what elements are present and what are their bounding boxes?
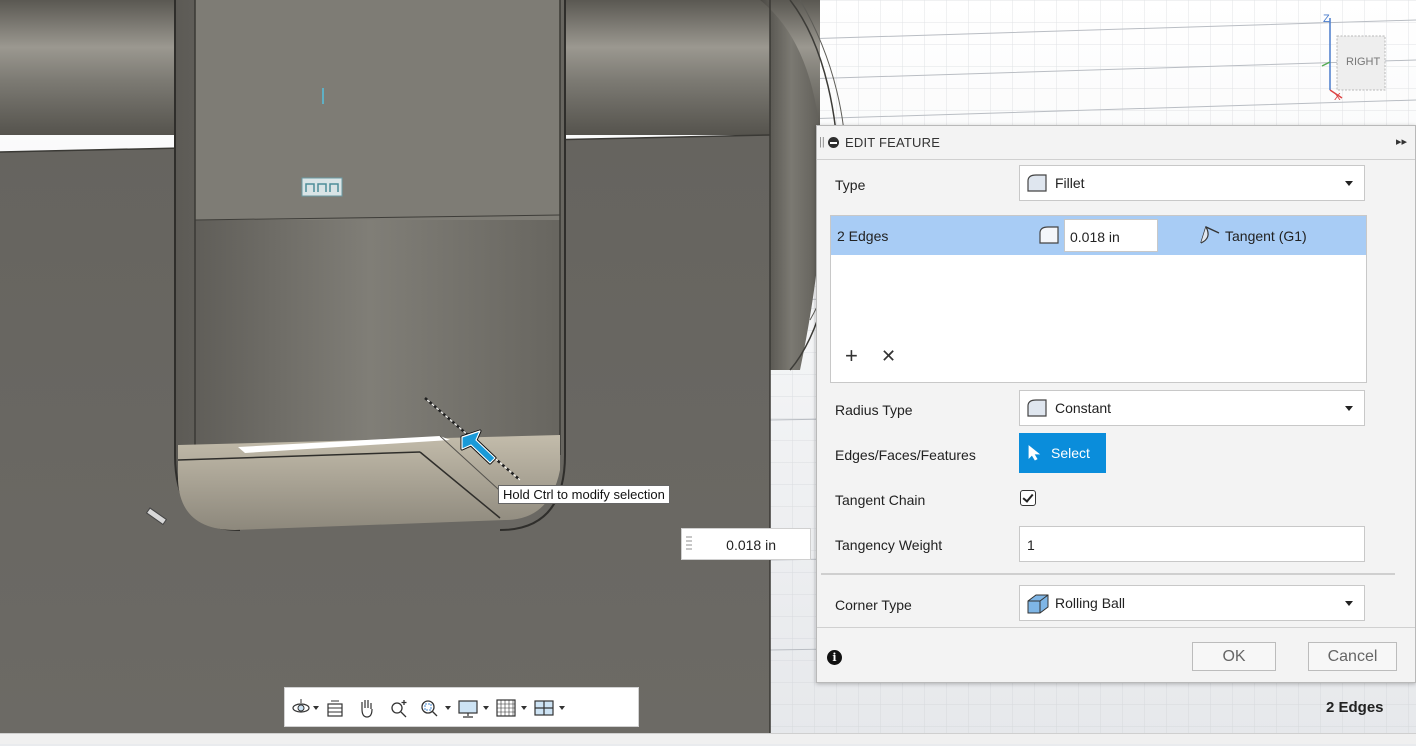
axis-z-label: Z bbox=[1323, 13, 1330, 25]
radius-type-label: Radius Type bbox=[835, 402, 913, 418]
tangent-chain-label: Tangent Chain bbox=[835, 492, 926, 508]
navigation-toolbar bbox=[284, 687, 639, 727]
rolling-ball-icon bbox=[1026, 593, 1050, 618]
zoom-icon[interactable] bbox=[389, 697, 409, 719]
chevron-down-icon[interactable] bbox=[313, 706, 319, 710]
cancel-button[interactable]: Cancel bbox=[1308, 642, 1397, 671]
tangent-continuity-icon bbox=[1198, 224, 1222, 249]
display-settings-icon[interactable] bbox=[457, 697, 479, 719]
dialog-title: EDIT FEATURE bbox=[845, 135, 941, 150]
corner-type-value: Rolling Ball bbox=[1055, 595, 1126, 611]
slot-recess[interactable] bbox=[177, 435, 560, 530]
section-divider bbox=[821, 573, 1395, 575]
continuity-value[interactable]: Tangent (G1) bbox=[1225, 228, 1307, 244]
edit-feature-dialog: || EDIT FEATURE ▸▸ Type Fillet 2 Edges 0… bbox=[816, 125, 1416, 683]
collapse-icon[interactable] bbox=[828, 137, 839, 148]
drag-grip[interactable] bbox=[686, 536, 692, 552]
fillet-radius-value[interactable]: 0.018 in bbox=[726, 537, 776, 553]
edge-set-row[interactable]: 2 Edges 0.018 in Tangent (G1) bbox=[831, 216, 1366, 255]
remove-icon[interactable]: ✕ bbox=[881, 347, 896, 365]
radius-icon bbox=[1038, 225, 1060, 248]
selection-count: 2 Edges bbox=[1326, 699, 1384, 716]
dialog-header[interactable]: || EDIT FEATURE ▸▸ bbox=[817, 126, 1415, 160]
orbit-icon[interactable] bbox=[291, 697, 311, 719]
add-icon[interactable]: + bbox=[845, 345, 858, 367]
tangency-weight-input[interactable]: 1 bbox=[1019, 526, 1365, 562]
chevron-down-icon[interactable] bbox=[483, 706, 489, 710]
edge-set-list[interactable]: 2 Edges 0.018 in Tangent (G1) + ✕ bbox=[830, 215, 1367, 383]
ok-button[interactable]: OK bbox=[1192, 642, 1276, 671]
look-at-icon[interactable] bbox=[325, 697, 345, 719]
fit-icon[interactable] bbox=[419, 697, 441, 719]
tangent-chain-checkbox[interactable] bbox=[1020, 490, 1036, 506]
select-button[interactable]: Select bbox=[1019, 433, 1106, 473]
cursor-arrow-icon bbox=[1028, 445, 1042, 464]
info-icon[interactable]: i bbox=[827, 650, 842, 665]
selection-tooltip: Hold Ctrl to modify selection bbox=[498, 485, 670, 504]
chevron-down-icon[interactable] bbox=[559, 706, 565, 710]
chevron-down-icon bbox=[1345, 601, 1353, 606]
chevron-down-icon bbox=[1345, 181, 1353, 186]
selection-label: Edges/Faces/Features bbox=[835, 447, 976, 463]
expand-icon[interactable]: ▸▸ bbox=[1396, 135, 1407, 148]
chevron-down-icon[interactable] bbox=[521, 706, 527, 710]
fillet-radius-input[interactable]: 0.018 in bbox=[681, 528, 811, 560]
chevron-down-icon bbox=[1345, 406, 1353, 411]
chevron-down-icon[interactable] bbox=[445, 706, 451, 710]
view-cube-face-right[interactable]: RIGHT bbox=[1346, 56, 1380, 68]
radius-type-value: Constant bbox=[1055, 400, 1112, 416]
dialog-grip-icon[interactable]: || bbox=[819, 136, 825, 148]
pan-icon[interactable] bbox=[357, 697, 377, 719]
corner-type-dropdown[interactable]: Rolling Ball bbox=[1019, 585, 1365, 621]
axis-x-label: X bbox=[1334, 92, 1341, 103]
dialog-footer: i OK Cancel bbox=[817, 627, 1415, 683]
grid-icon[interactable] bbox=[495, 697, 517, 719]
type-value: Fillet bbox=[1055, 175, 1085, 191]
type-dropdown[interactable]: Fillet bbox=[1019, 165, 1365, 201]
edge-set-name: 2 Edges bbox=[837, 228, 889, 244]
edge-radius-input[interactable]: 0.018 in bbox=[1064, 219, 1158, 252]
radius-type-dropdown[interactable]: Constant bbox=[1019, 390, 1365, 426]
fillet-icon bbox=[1026, 173, 1048, 196]
tangency-weight-label: Tangency Weight bbox=[835, 537, 943, 553]
select-button-label: Select bbox=[1051, 445, 1090, 461]
type-label: Type bbox=[835, 177, 866, 193]
viewports-icon[interactable] bbox=[533, 697, 555, 719]
status-bar bbox=[0, 733, 1416, 744]
view-cube-labels[interactable]: Z RIGHT X bbox=[1318, 12, 1398, 103]
corner-type-label: Corner Type bbox=[835, 597, 912, 613]
constant-radius-icon bbox=[1026, 398, 1048, 421]
